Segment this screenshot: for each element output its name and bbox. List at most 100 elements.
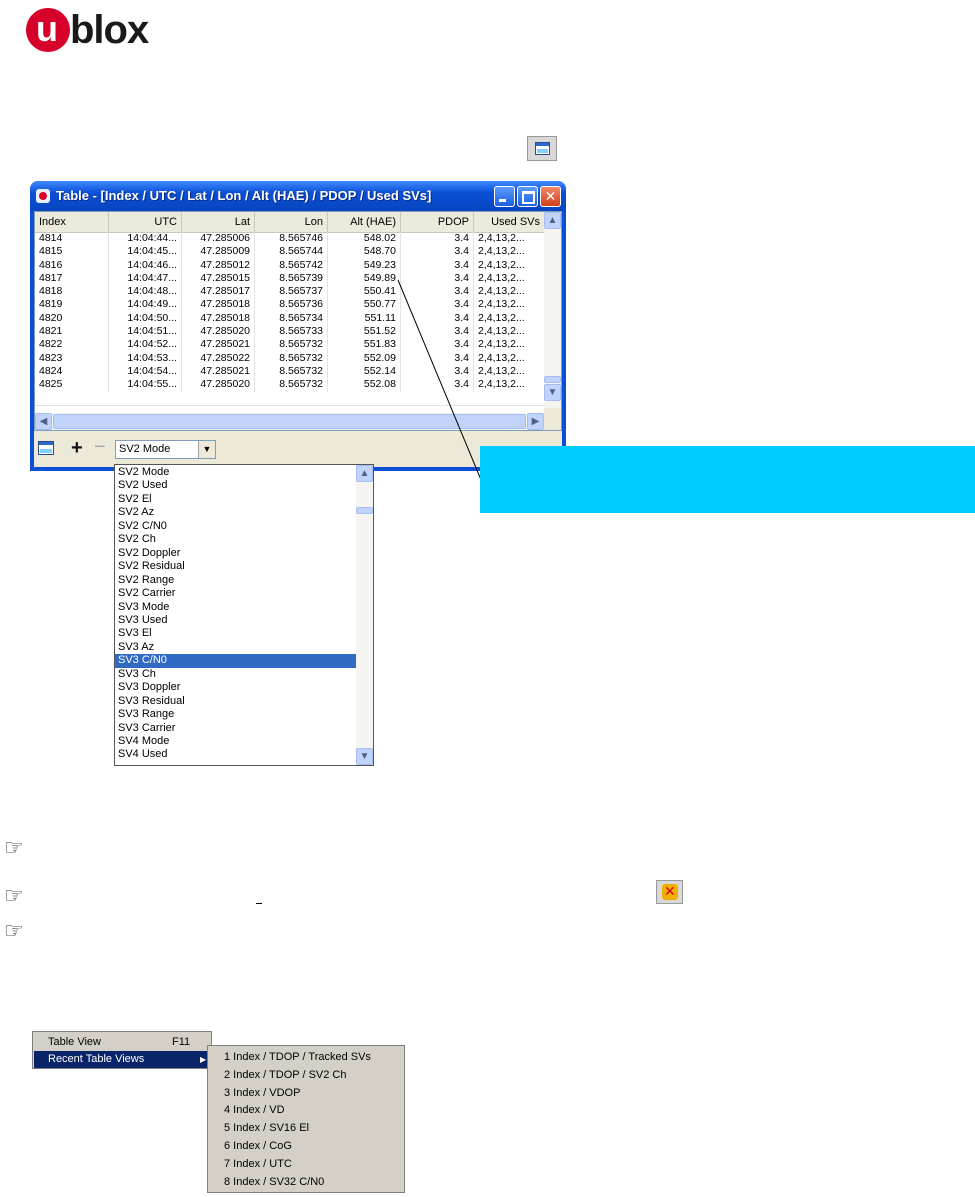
dropdown-item[interactable]: SV3 Range — [115, 708, 356, 721]
dropdown-item[interactable]: SV3 El — [115, 627, 356, 640]
dropdown-item[interactable]: SV2 Doppler — [115, 547, 356, 560]
table-cell: 4814 — [35, 232, 109, 246]
table-row[interactable]: 4816 14:04:46... 47.285012 8.565742 549.23 3.… — [35, 258, 545, 272]
menu-item-table-view[interactable]: Table View F11 — [34, 1034, 210, 1051]
scroll-up-icon[interactable]: ▲ — [544, 212, 561, 229]
dropdown-item[interactable]: SV3 C/N0 — [115, 654, 356, 668]
table-cell: 8.565736 — [255, 298, 328, 312]
dropdown-item[interactable]: SV2 Carrier — [115, 587, 356, 600]
maximize-button[interactable] — [517, 186, 538, 207]
scroll-left-icon[interactable]: ◀ — [35, 413, 52, 430]
table-cell: 8.565746 — [255, 232, 328, 246]
table-row[interactable]: 4824 14:04:54... 47.285021 8.565732 552.14 3.… — [35, 364, 545, 379]
table-row[interactable]: 4822 14:04:52... 47.285021 8.565732 551.83 3.… — [35, 338, 545, 352]
table-cell: 552.14 — [328, 364, 401, 379]
table-cell: 3.4 — [401, 245, 474, 259]
table-cell: 47.285020 — [182, 378, 255, 392]
dropdown-item[interactable]: SV2 El — [115, 493, 356, 506]
column-dropdown-list[interactable]: SV2 Mode SV2 Used SV2 El SV2 Az SV2 C/N0 SV2 … — [114, 464, 374, 766]
dropdown-item[interactable]: SV2 Ch — [115, 533, 356, 546]
dropdown-item[interactable]: SV3 Doppler — [115, 681, 356, 694]
column-header-utc[interactable]: UTC — [109, 212, 182, 232]
table-cell: 47.285012 — [182, 258, 255, 272]
table-row[interactable]: 4825 14:04:55... 47.285020 8.565732 552.08 3.… — [35, 378, 545, 392]
dropdown-item[interactable]: SV2 Range — [115, 574, 356, 587]
remove-column-button[interactable]: − — [94, 436, 106, 458]
dropdown-item[interactable]: SV3 Mode — [115, 601, 356, 614]
table-row[interactable]: 4821 14:04:51... 47.285020 8.565733 551.52 3.… — [35, 325, 545, 339]
table-row[interactable]: 4823 14:04:53... 47.285022 8.565732 552.09 3.… — [35, 351, 545, 365]
table-view-icon[interactable] — [527, 136, 557, 161]
window-titlebar[interactable]: Table - [Index / UTC / Lat / Lon / Alt (… — [30, 181, 566, 211]
scroll-down-icon[interactable]: ▼ — [544, 384, 561, 401]
menu-item-recent-table-views[interactable]: Recent Table Views ▶ — [34, 1051, 210, 1068]
dropdown-item[interactable]: SV3 Ch — [115, 668, 356, 681]
column-select[interactable]: SV2 Mode ▼ — [115, 440, 216, 459]
dropdown-item[interactable]: SV2 C/N0 — [115, 520, 356, 533]
scroll-right-icon[interactable]: ▶ — [527, 413, 544, 430]
table-cell: 8.565732 — [255, 351, 328, 365]
table-cell: 8.565737 — [255, 285, 328, 299]
data-table[interactable]: Index UTC Lat Lon Alt (HAE) PDOP Used SV… — [34, 211, 562, 431]
close-all-glyph — [662, 883, 678, 900]
dropdown-item[interactable]: SV3 Carrier — [115, 722, 356, 735]
app-icon[interactable] — [36, 189, 50, 203]
table-row[interactable]: 4819 14:04:49... 47.285018 8.565736 550.77 3.… — [35, 298, 545, 312]
column-header-lon[interactable]: Lon — [255, 212, 328, 232]
vertical-scrollbar[interactable]: ▲ ▼ — [544, 212, 561, 410]
table-row[interactable]: 4815 14:04:45... 47.285009 8.565744 548.70 3.… — [35, 245, 545, 259]
chevron-down-icon[interactable]: ▼ — [198, 441, 215, 458]
submenu-item[interactable]: 8 Index / SV32 C/N0 — [224, 1174, 324, 1191]
add-column-button[interactable]: + — [71, 437, 83, 459]
close-all-views-icon[interactable] — [656, 880, 683, 904]
minimize-button[interactable] — [494, 186, 515, 207]
table-cell: 2,4,13,2... — [474, 285, 545, 299]
submenu-item[interactable]: 1 Index / TDOP / Tracked SVs — [224, 1049, 371, 1066]
table-cell: 8.565744 — [255, 245, 328, 259]
dropdown-item[interactable]: SV2 Az — [115, 506, 356, 519]
table-cell: 3.4 — [401, 258, 474, 272]
dropdown-item[interactable]: SV2 Used — [115, 479, 356, 492]
table-cell: 4816 — [35, 258, 109, 272]
table-cell: 2,4,13,2... — [474, 351, 545, 365]
table-row[interactable]: 4820 14:04:50... 47.285018 8.565734 551.11 3.… — [35, 311, 545, 326]
submenu-item[interactable]: 7 Index / UTC — [224, 1156, 292, 1173]
table-view-icon[interactable] — [38, 441, 54, 455]
scroll-up-icon[interactable]: ▲ — [356, 465, 373, 482]
dropdown-item[interactable]: SV4 Mode — [115, 735, 356, 748]
column-header-used-svs[interactable]: Used SVs — [474, 212, 545, 232]
dropdown-item[interactable]: SV2 Mode — [115, 466, 356, 479]
table-row[interactable]: 4814 14:04:44... 47.285006 8.565746 548.02 3.… — [35, 232, 545, 246]
scroll-down-icon[interactable]: ▼ — [356, 748, 373, 765]
submenu-item[interactable]: 2 Index / TDOP / SV2 Ch — [224, 1067, 347, 1084]
table-row[interactable]: 4818 14:04:48... 47.285017 8.565737 550.41 3.… — [35, 285, 545, 299]
column-header-index[interactable]: Index — [35, 212, 109, 232]
submenu-arrow-icon: ▶ — [200, 1055, 207, 1064]
column-header-lat[interactable]: Lat — [182, 212, 255, 232]
dropdown-item[interactable]: SV3 Used — [115, 614, 356, 627]
scroll-thumb[interactable] — [544, 376, 561, 383]
dropdown-item[interactable]: SV2 Residual — [115, 560, 356, 573]
dropdown-item[interactable]: SV3 Residual — [115, 695, 356, 708]
table-cell: 551.83 — [328, 338, 401, 352]
submenu-item[interactable]: 5 Index / SV16 El — [224, 1120, 309, 1137]
column-header-pdop[interactable]: PDOP — [401, 212, 474, 232]
submenu-item[interactable]: 3 Index / VDOP — [224, 1085, 300, 1102]
dropdown-scrollbar[interactable]: ▲ ▼ — [356, 465, 373, 765]
table-cell: 3.4 — [401, 351, 474, 365]
dropdown-item[interactable]: SV4 Used — [115, 748, 356, 761]
submenu-item[interactable]: 4 Index / VD — [224, 1102, 285, 1119]
dropdown-item[interactable]: SV3 Az — [115, 641, 356, 654]
horizontal-scroll-thumb[interactable] — [53, 414, 526, 429]
submenu-item[interactable]: 6 Index / CoG — [224, 1138, 292, 1155]
horizontal-scrollbar[interactable]: ◀ ▶ — [35, 413, 545, 430]
table-row[interactable]: 4817 14:04:47... 47.285015 8.565739 549.89 3.… — [35, 271, 545, 286]
table-cell: 551.52 — [328, 325, 401, 339]
table-cell: 3.4 — [401, 378, 474, 392]
close-button[interactable]: ✕ — [540, 186, 561, 207]
table-cell: 14:04:50... — [109, 311, 182, 326]
table-cell: 2,4,13,2... — [474, 311, 545, 326]
column-header-alt[interactable]: Alt (HAE) — [328, 212, 401, 232]
menu-item-shortcut: F11 — [172, 1036, 191, 1048]
dropdown-scroll-thumb[interactable] — [356, 507, 373, 514]
